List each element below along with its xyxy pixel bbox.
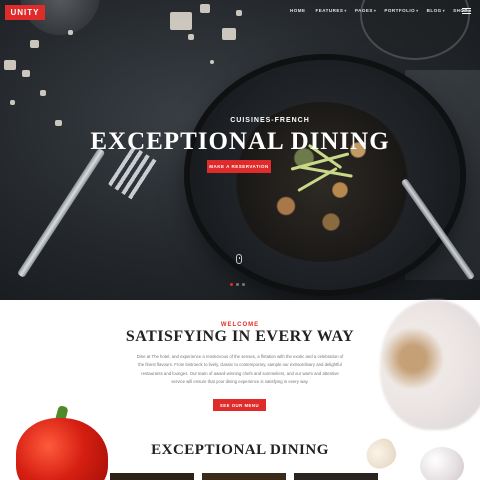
nav-item-portfolio[interactable]: PORTFOLIO ▾ [384, 8, 418, 13]
nav-item-pages[interactable]: PAGES ▾ [355, 8, 376, 13]
chevron-down-icon: ▾ [344, 8, 347, 13]
nav-item-label: BLOG [426, 8, 442, 13]
chevron-down-icon: ▾ [416, 8, 419, 13]
herbs-garnish-image [290, 143, 360, 193]
site-logo[interactable]: UNITY [5, 5, 45, 20]
nav-item-features[interactable]: FEATURES ▾ [316, 8, 347, 13]
section-title: EXCEPTIONAL DINING [151, 442, 329, 458]
nav-item-label: PAGES [354, 8, 373, 13]
chevron-down-icon: ▾ [442, 8, 446, 13]
nav-item-label: PORTFOLIO [384, 8, 416, 13]
hero-subtitle: CUISINES-FRENCH [230, 117, 310, 124]
nav-item-home[interactable]: HOME [290, 8, 306, 13]
nav-item-label: FEATURES [315, 8, 344, 13]
main-nav: HOME FEATURES ▾ PAGES ▾ PORTFOLIO ▾ BLOG… [290, 8, 471, 13]
dining-thumbnail[interactable] [202, 473, 286, 480]
welcome-text: Dine at The hotel, and experience a rend… [136, 354, 344, 385]
see-our-menu-button[interactable]: SEE OUR MENU [213, 399, 266, 411]
welcome-title: SATISFYING IN EVERY WAY [125, 328, 355, 345]
slider-dot[interactable] [230, 283, 233, 286]
hero-title: EXCEPTIONAL DINING [90, 128, 390, 155]
chevron-down-icon: ▾ [373, 8, 377, 13]
make-reservation-button[interactable]: MAKE A RESERVATION [207, 160, 271, 173]
nav-item-blog[interactable]: BLOG ▾ [427, 8, 446, 13]
slider-pagination [230, 283, 245, 286]
slider-dot[interactable] [236, 283, 239, 286]
garlic-bulb-image [380, 300, 480, 430]
dining-thumbnail[interactable] [294, 473, 378, 480]
fork-image [16, 147, 106, 278]
hero-section: UNITY HOME FEATURES ▾ PAGES ▾ PORTFOLIO … [0, 0, 480, 300]
hamburger-icon[interactable] [462, 8, 471, 14]
slider-dot[interactable] [242, 283, 245, 286]
nav-item-label: HOME [290, 8, 306, 13]
dining-thumbnails [110, 473, 378, 480]
dining-thumbnail[interactable] [110, 473, 194, 480]
scroll-down-icon[interactable] [236, 254, 242, 264]
